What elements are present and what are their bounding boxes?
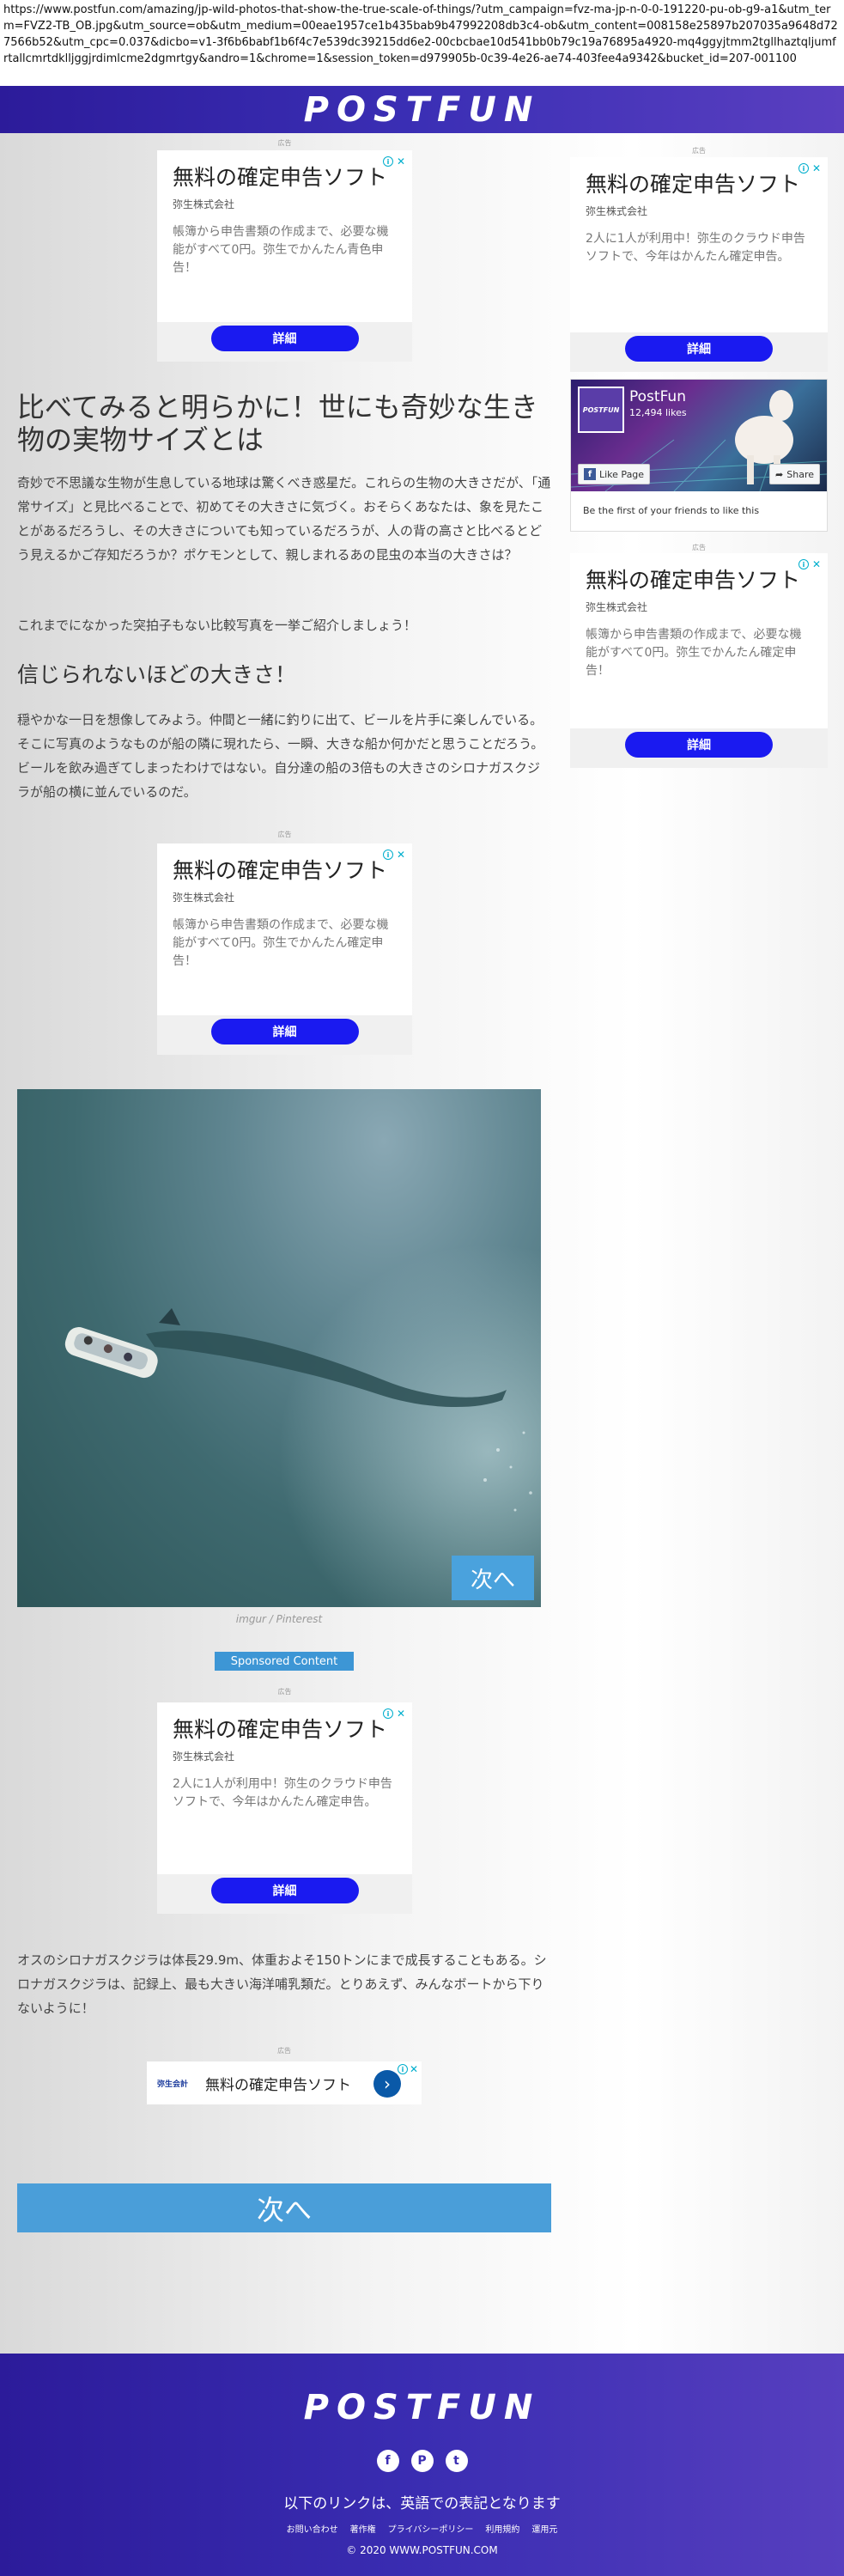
ad-footer: 詳細: [570, 728, 828, 768]
sidebar-ad-unit[interactable]: i ✕ 無料の確定申告ソフト 弥生株式会社 帳簿から申告書類の作成まで、必要な機…: [570, 553, 828, 768]
article-paragraph: 穏やかな一日を想像してみよう。仲間と一緒に釣りに出て、ビールを片手に楽しんでいる…: [17, 712, 544, 800]
ad-footer: 詳細: [570, 332, 828, 372]
ad-company: 弥生株式会社: [173, 892, 235, 904]
article-photo[interactable]: 次へ: [17, 1089, 541, 1607]
facebook-like-count: 12,494 likes: [629, 407, 687, 418]
whale-boat-image: [17, 1089, 541, 1607]
ad-choices[interactable]: i ✕: [397, 2063, 418, 2075]
ad-footer: 詳細: [157, 322, 412, 362]
photo-caption: imgur / Pinterest: [235, 1613, 323, 1625]
article-headline: 比べてみると明らかに！世にも奇妙な生き物の実物サイズとは: [17, 391, 538, 456]
footer-logo-wrap: POSTFUN: [0, 2388, 844, 2427]
facebook-share-button[interactable]: ➦ Share: [769, 464, 820, 484]
url-bar[interactable]: https://www.postfun.com/amazing/jp-wild-…: [0, 0, 844, 86]
ad-company: 弥生株式会社: [586, 205, 648, 217]
facebook-page-avatar[interactable]: POSTFUN: [578, 387, 624, 433]
facebook-cover: POSTFUN PostFun 12,494 likes f Like Page…: [571, 380, 827, 491]
site-footer: POSTFUN f P t 以下のリンクは、英語での表記となります お問い合わせ…: [0, 2354, 844, 2576]
ad-company: 弥生株式会社: [173, 1751, 235, 1763]
like-page-label: Like Page: [599, 468, 645, 480]
footer-links: お問い合わせ 著作権 プライバシーポリシー 利用規約 運用元: [0, 2522, 844, 2535]
chevron-right-icon[interactable]: ›: [373, 2070, 401, 2098]
ad-description: 帳簿から申告書類の作成まで、必要な機能がすべて0円。弥生でかんたん確定申告！: [586, 628, 802, 678]
footer-link-contact[interactable]: お問い合わせ: [287, 2522, 338, 2535]
facebook-page-name[interactable]: PostFun: [629, 388, 686, 405]
ad-label: 広告: [692, 544, 706, 551]
ad-details-button[interactable]: 詳細: [625, 732, 773, 758]
footer-note: 以下のリンクは、英語での表記となります: [283, 2495, 561, 2512]
sponsored-content-label: Sponsored Content: [215, 1652, 354, 1671]
facebook-page-widget[interactable]: POSTFUN PostFun 12,494 likes f Like Page…: [570, 379, 828, 532]
banner-ad[interactable]: i ✕ 弥生会計 無料の確定申告ソフト ›: [147, 2061, 422, 2104]
pinterest-icon[interactable]: P: [410, 2450, 434, 2472]
article-paragraph: オスのシロナガスクジラは体長29.9m、体重およそ150トンにまで成長することも…: [17, 1952, 547, 2016]
ad-footer: 詳細: [157, 1015, 412, 1055]
share-icon: ➦: [775, 468, 784, 480]
info-icon[interactable]: i: [397, 2064, 408, 2074]
ad-label: 広告: [277, 831, 292, 838]
footer-logo[interactable]: POSTFUN: [304, 2388, 541, 2427]
article-intro: 奇妙で不思議な生物が生息している地球は驚くべき惑星だ。これらの生物の大きさだが、…: [17, 475, 551, 563]
ad-title[interactable]: 無料の確定申告ソフト: [586, 171, 812, 198]
banner-title[interactable]: 無料の確定申告ソフト: [205, 2073, 351, 2094]
facebook-like-page-button[interactable]: f Like Page: [578, 464, 651, 484]
ad-title[interactable]: 無料の確定申告ソフト: [173, 164, 397, 192]
social-links: f P t: [0, 2450, 844, 2472]
ad-title[interactable]: 無料の確定申告ソフト: [173, 1716, 397, 1744]
next-page-button[interactable]: 次へ: [17, 2183, 551, 2232]
facebook-icon[interactable]: f: [376, 2450, 399, 2472]
ad-description: 2人に1人が利用中！弥生のクラウド申告ソフトで、今年はかんたん確定申告。: [586, 232, 805, 264]
ad-details-button[interactable]: 詳細: [210, 326, 359, 351]
twitter-icon[interactable]: t: [445, 2450, 468, 2472]
ad-details-button[interactable]: 詳細: [210, 1019, 359, 1044]
ad-label: 広告: [277, 1688, 292, 1696]
facebook-friends-text: Be the first of your friends to like thi…: [583, 505, 760, 516]
ad-unit[interactable]: i ✕ 無料の確定申告ソフト 弥生株式会社 帳簿から申告書類の作成まで、必要な機…: [157, 150, 412, 362]
copyright: © 2020 WWW.POSTFUN.COM: [346, 2544, 498, 2556]
share-label: Share: [786, 468, 814, 480]
ad-title[interactable]: 無料の確定申告ソフト: [586, 567, 812, 594]
ad-details-button[interactable]: 詳細: [210, 1878, 359, 1903]
ad-title[interactable]: 無料の確定申告ソフト: [173, 857, 397, 885]
banner-logo: 弥生会計: [157, 2080, 189, 2089]
sidebar-ad-unit[interactable]: i ✕ 無料の確定申告ソフト 弥生株式会社 2人に1人が利用中！弥生のクラウド申…: [570, 157, 828, 372]
footer-link-terms[interactable]: 利用規約: [485, 2522, 519, 2535]
site-logo[interactable]: POSTFUN: [304, 90, 541, 130]
close-icon[interactable]: ✕: [410, 2063, 418, 2075]
photo-next-button[interactable]: 次へ: [452, 1556, 534, 1600]
ad-unit[interactable]: i ✕ 無料の確定申告ソフト 弥生株式会社 2人に1人が利用中！弥生のクラウド申…: [157, 1702, 412, 1914]
ad-label: 広告: [277, 139, 292, 147]
ad-description: 帳簿から申告書類の作成まで、必要な機能がすべて0円。弥生でかんたん青色申告！: [173, 225, 389, 275]
footer-link-privacy[interactable]: プライバシーポリシー: [388, 2522, 474, 2535]
ad-label: 広告: [277, 2047, 291, 2055]
site-header: POSTFUN: [0, 86, 844, 133]
article-subheading: 信じられないほどの大きさ！: [17, 662, 297, 687]
ad-company: 弥生株式会社: [586, 601, 648, 613]
ad-description: 帳簿から申告書類の作成まで、必要な機能がすべて0円。弥生でかんたん確定申告！: [173, 918, 389, 968]
ad-footer: 詳細: [157, 1874, 412, 1914]
ad-description: 2人に1人が利用中！弥生のクラウド申告ソフトで、今年はかんたん確定申告。: [173, 1777, 392, 1809]
ad-unit[interactable]: i ✕ 無料の確定申告ソフト 弥生株式会社 帳簿から申告書類の作成まで、必要な機…: [157, 843, 412, 1055]
article-lead: これまでになかった突拍子もない比較写真を一挙ご紹介しましょう！: [17, 618, 417, 633]
ad-details-button[interactable]: 詳細: [625, 336, 773, 362]
footer-link-operator[interactable]: 運用元: [531, 2522, 557, 2535]
ad-company: 弥生株式会社: [173, 198, 235, 210]
footer-link-copyright[interactable]: 著作権: [350, 2522, 376, 2535]
ad-label: 広告: [692, 147, 706, 155]
facebook-icon: f: [584, 468, 596, 480]
